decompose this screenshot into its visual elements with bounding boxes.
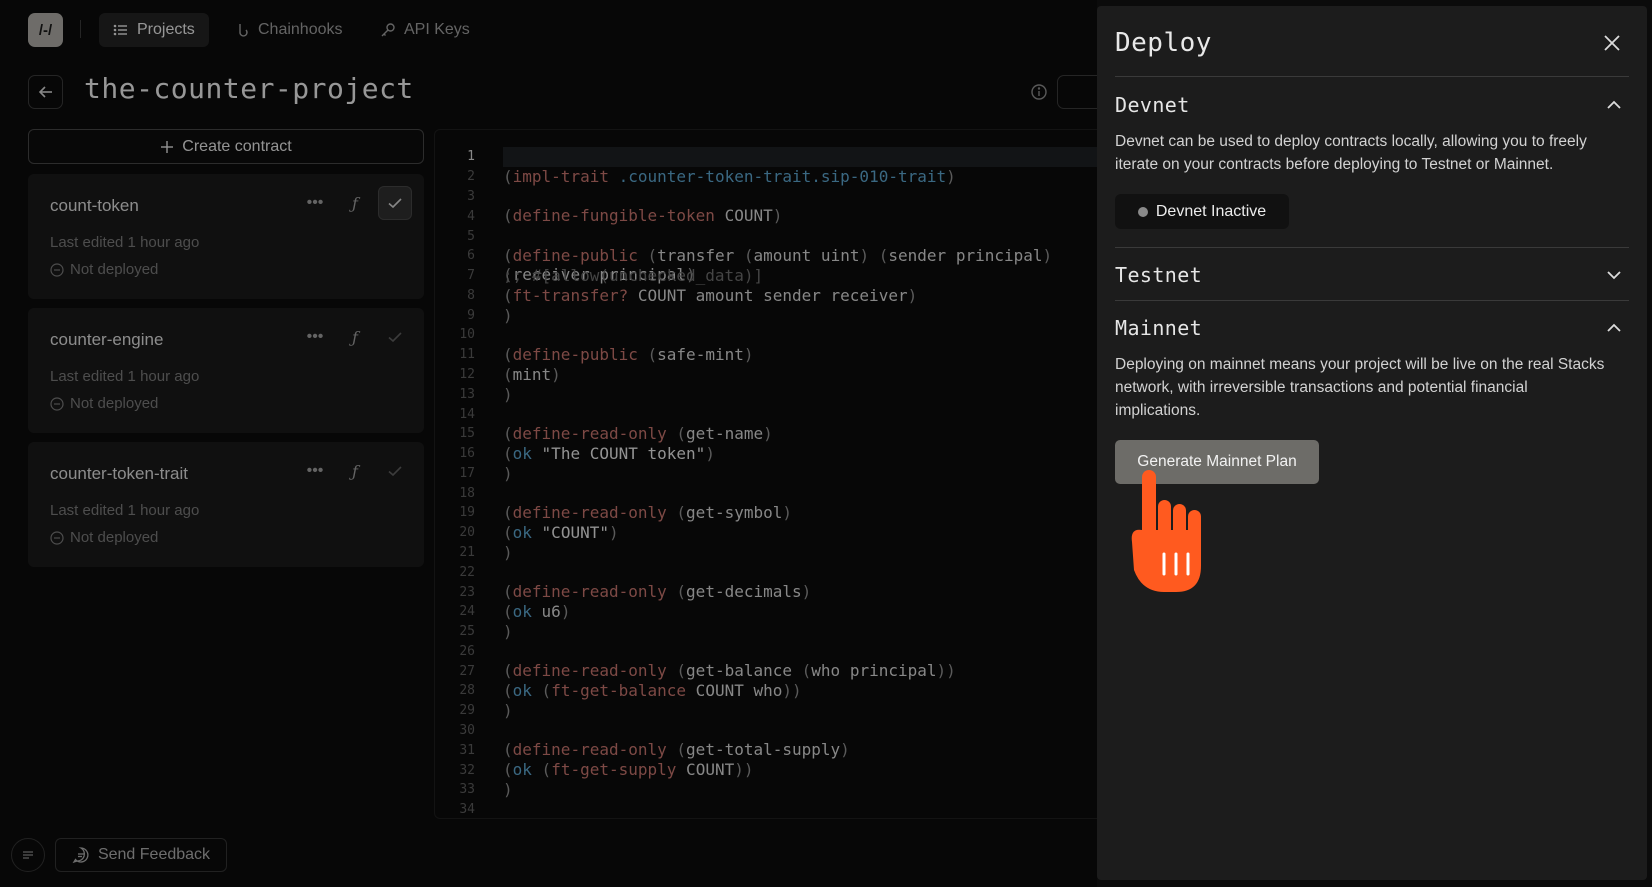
deploy-panel: Deploy Devnet Devnet can be used to depl…: [1097, 6, 1647, 880]
divider: [1115, 300, 1629, 301]
mainnet-section-header[interactable]: Mainnet: [1115, 316, 1202, 340]
close-icon[interactable]: [1601, 32, 1623, 54]
divider: [1115, 76, 1629, 77]
devnet-status-label: Devnet Inactive: [1155, 202, 1267, 220]
deploy-title: Deploy: [1115, 28, 1212, 58]
chevron-up-icon[interactable]: [1605, 96, 1623, 114]
devnet-status-button[interactable]: Devnet Inactive: [1115, 194, 1289, 229]
chevron-down-icon[interactable]: [1605, 266, 1623, 284]
status-dot: [1137, 206, 1148, 217]
pointer-hand-icon: [1131, 470, 1201, 592]
divider: [1115, 247, 1629, 248]
testnet-section-header[interactable]: Testnet: [1115, 263, 1202, 287]
modal-backdrop[interactable]: [0, 0, 1097, 887]
chevron-up-icon[interactable]: [1605, 319, 1623, 337]
mainnet-description: Deploying on mainnet means your project …: [1115, 356, 1605, 419]
devnet-section-header[interactable]: Devnet: [1115, 93, 1190, 117]
devnet-description: Devnet can be used to deploy contracts l…: [1115, 133, 1587, 173]
